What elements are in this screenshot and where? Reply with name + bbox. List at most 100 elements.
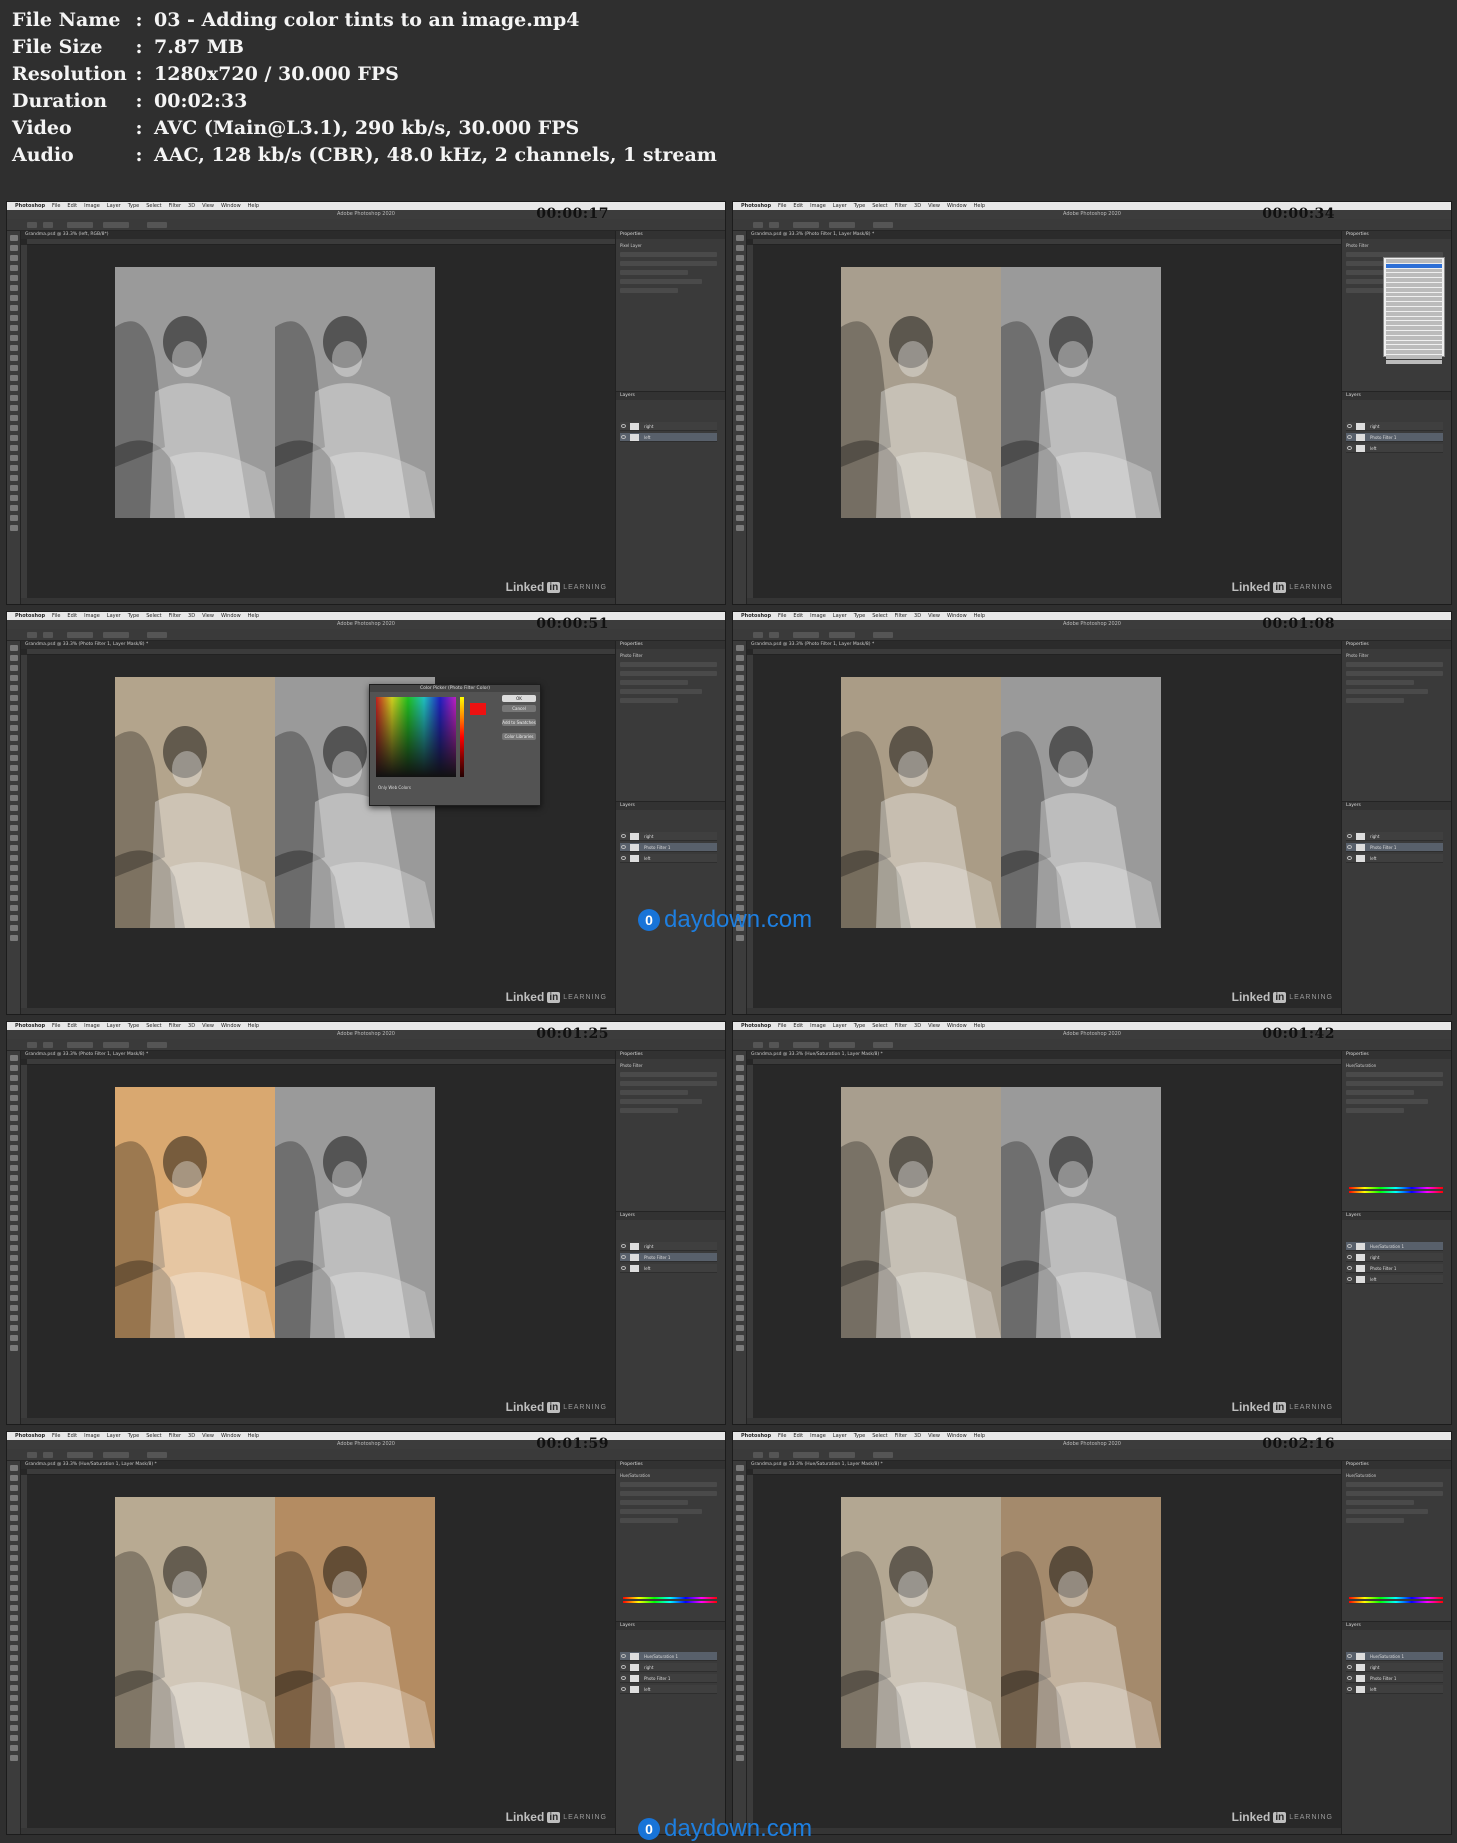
eye-visibility-icon[interactable] [621, 845, 626, 849]
menu-item[interactable]: Edit [793, 613, 803, 619]
tool-icon[interactable] [735, 1595, 744, 1601]
tool-icon[interactable] [9, 705, 18, 711]
color-picker-dialog[interactable]: Color Picker (Photo Filter Color) OK Cance… [369, 684, 541, 806]
tool-icon[interactable] [9, 265, 18, 271]
layer-row[interactable]: left [620, 1685, 717, 1694]
tool-icon[interactable] [735, 735, 744, 741]
tool-icon[interactable] [9, 875, 18, 881]
tool-icon[interactable] [9, 1245, 18, 1251]
menu-item[interactable]: Window [947, 1023, 967, 1029]
eye-visibility-icon[interactable] [1347, 1244, 1352, 1248]
tool-icon[interactable] [9, 1645, 18, 1651]
tool-icon[interactable] [735, 465, 744, 471]
menu-item[interactable]: Type [854, 203, 865, 209]
menu-item[interactable]: Layer [833, 203, 847, 209]
menu-item[interactable]: Image [84, 1433, 100, 1439]
filter-menu-item[interactable] [1386, 316, 1442, 321]
tool-icon[interactable] [9, 1085, 18, 1091]
tool-option-icon[interactable] [43, 1452, 53, 1458]
menu-item[interactable]: Edit [793, 1023, 803, 1029]
tool-icon[interactable] [735, 1645, 744, 1651]
tool-icon[interactable] [735, 935, 744, 941]
eye-visibility-icon[interactable] [1347, 435, 1352, 439]
tool-icon[interactable] [735, 1165, 744, 1171]
tool-icon[interactable] [735, 285, 744, 291]
tool-option-dropdown[interactable] [67, 1452, 93, 1458]
tool-icon[interactable] [735, 685, 744, 691]
property-field[interactable] [1346, 698, 1405, 703]
tool-icon[interactable] [9, 1155, 18, 1161]
tool-icon[interactable] [9, 1335, 18, 1341]
tool-icon[interactable] [9, 425, 18, 431]
tool-icon[interactable] [735, 1695, 744, 1701]
tool-icon[interactable] [735, 375, 744, 381]
menu-item[interactable]: Select [146, 613, 161, 619]
tool-icon[interactable] [735, 1495, 744, 1501]
tool-icon[interactable] [9, 1255, 18, 1261]
tool-icon[interactable] [735, 445, 744, 451]
cancel-button[interactable]: Cancel [502, 705, 536, 712]
eye-visibility-icon[interactable] [621, 1244, 626, 1248]
tool-option-icon[interactable] [43, 632, 53, 638]
tool-icon[interactable] [735, 1175, 744, 1181]
eye-visibility-icon[interactable] [1347, 446, 1352, 450]
tool-option-field[interactable] [873, 222, 893, 228]
tool-icon[interactable] [9, 1565, 18, 1571]
filter-menu-item[interactable] [1386, 278, 1442, 282]
property-field[interactable] [1346, 662, 1443, 667]
tool-icon[interactable] [9, 1655, 18, 1661]
property-field[interactable] [1346, 1518, 1405, 1523]
tool-icon[interactable] [9, 1175, 18, 1181]
tool-icon[interactable] [9, 725, 18, 731]
filter-menu-item[interactable] [1386, 302, 1442, 306]
tool-option-dropdown[interactable] [793, 1042, 819, 1048]
menu-item[interactable]: Help [248, 1023, 259, 1029]
menu-item[interactable]: Image [810, 1433, 826, 1439]
tool-icon[interactable] [9, 1555, 18, 1561]
tool-icon[interactable] [9, 405, 18, 411]
tool-option-icon[interactable] [27, 1452, 37, 1458]
menu-item[interactable]: Window [221, 613, 241, 619]
tool-option-dropdown[interactable] [829, 632, 855, 638]
menu-item[interactable]: Photoshop [15, 1433, 45, 1439]
menu-item[interactable]: 3D [914, 203, 921, 209]
filter-menu-item[interactable] [1386, 306, 1442, 311]
tool-icon[interactable] [9, 1285, 18, 1291]
tool-icon[interactable] [9, 1235, 18, 1241]
menu-item[interactable]: Select [872, 613, 887, 619]
tool-option-field[interactable] [147, 632, 167, 638]
filter-menu-item[interactable] [1386, 292, 1442, 297]
menu-item[interactable]: Type [128, 613, 139, 619]
property-field[interactable] [620, 1491, 717, 1496]
property-field[interactable] [620, 698, 679, 703]
tool-icon[interactable] [9, 505, 18, 511]
menu-item[interactable]: Select [872, 203, 887, 209]
eye-visibility-icon[interactable] [1347, 845, 1352, 849]
tool-option-dropdown[interactable] [829, 1042, 855, 1048]
menu-item[interactable]: Select [146, 1023, 161, 1029]
tool-icon[interactable] [9, 1185, 18, 1191]
menu-item[interactable]: View [928, 613, 940, 619]
tool-icon[interactable] [735, 1305, 744, 1311]
tool-icon[interactable] [735, 295, 744, 301]
tool-icon[interactable] [735, 1215, 744, 1221]
tool-icon[interactable] [9, 305, 18, 311]
menu-item[interactable]: View [928, 1433, 940, 1439]
menu-item[interactable]: Edit [67, 203, 77, 209]
eye-visibility-icon[interactable] [1347, 1665, 1352, 1669]
tool-icon[interactable] [9, 1615, 18, 1621]
tool-icon[interactable] [9, 455, 18, 461]
filter-menu-item[interactable] [1386, 273, 1442, 278]
tool-icon[interactable] [735, 675, 744, 681]
eye-visibility-icon[interactable] [621, 435, 626, 439]
filter-menu-item[interactable] [1386, 340, 1442, 345]
tool-icon[interactable] [9, 1135, 18, 1141]
tool-icon[interactable] [9, 1065, 18, 1071]
tool-option-icon[interactable] [43, 222, 53, 228]
tool-option-field[interactable] [147, 1452, 167, 1458]
menu-item[interactable]: Help [974, 1433, 985, 1439]
tool-icon[interactable] [9, 825, 18, 831]
menu-item[interactable]: File [778, 613, 786, 619]
tool-icon[interactable] [9, 395, 18, 401]
tool-icon[interactable] [9, 375, 18, 381]
